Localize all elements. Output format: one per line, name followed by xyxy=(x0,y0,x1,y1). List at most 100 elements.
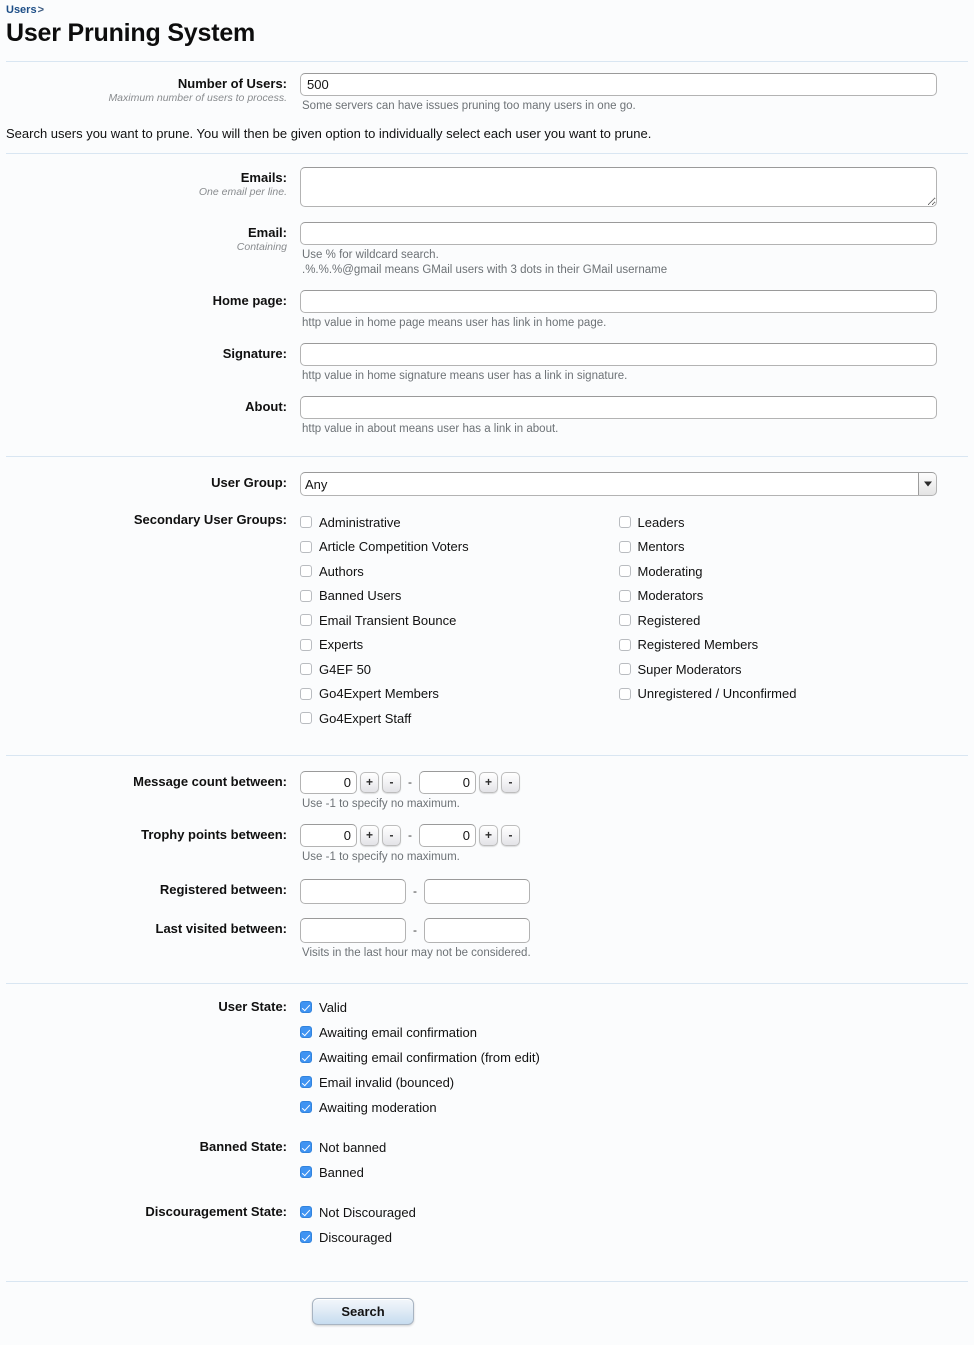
checkbox-label-super-moderators: Super Moderators xyxy=(637,661,742,677)
checkbox-row-g4ef-50[interactable]: G4EF 50 xyxy=(300,657,619,682)
message-count-min-increment-button[interactable]: + xyxy=(360,771,379,793)
checkbox-banned[interactable] xyxy=(300,1166,312,1178)
checkbox-label-administrative: Administrative xyxy=(319,514,401,530)
checkbox-label-awaiting-moderation: Awaiting moderation xyxy=(319,1099,437,1115)
checkbox-row-email-invalid-bounced[interactable]: Email invalid (bounced) xyxy=(300,1070,937,1095)
label-trophy-points: Trophy points between: xyxy=(141,826,287,842)
secondary-groups-columns: Administrative Article Competition Voter… xyxy=(300,510,937,731)
checkbox-awaiting-email-confirmation-from-edit[interactable] xyxy=(300,1051,312,1063)
checkbox-label-registered: Registered xyxy=(637,612,701,628)
checkbox-row-not-banned[interactable]: Not banned xyxy=(300,1135,937,1160)
checkbox-email-invalid-bounced[interactable] xyxy=(300,1076,312,1088)
trophy-points-max-increment-button[interactable]: + xyxy=(479,824,498,846)
label-col-trophy-points: Trophy points between: xyxy=(0,821,300,842)
checkbox-row-awaiting-moderation[interactable]: Awaiting moderation xyxy=(300,1095,937,1120)
checkbox-row-banned[interactable]: Banned xyxy=(300,1160,937,1185)
checkbox-row-authors[interactable]: Authors xyxy=(300,559,619,584)
message-count-min-group: + - xyxy=(300,770,401,794)
checkbox-super-moderators[interactable] xyxy=(618,663,631,676)
control-col-trophy-points: + - - + - Use -1 to specify no maximum. xyxy=(300,821,974,865)
number-of-users-input[interactable] xyxy=(300,73,937,96)
label-banned-state: Banned State: xyxy=(199,1138,287,1154)
message-count-max-decrement-button[interactable]: - xyxy=(501,771,520,793)
checkbox-go4expert-staff[interactable] xyxy=(300,712,312,725)
breadcrumb-link-users[interactable]: Users xyxy=(6,4,37,16)
user-group-select[interactable]: Any xyxy=(300,472,937,496)
search-button[interactable]: Search xyxy=(312,1297,414,1325)
checkbox-row-experts[interactable]: Experts xyxy=(300,633,619,658)
registered-between-from-input[interactable] xyxy=(300,878,406,904)
checkbox-row-unregistered-unconfirmed[interactable]: Unregistered / Unconfirmed xyxy=(618,682,938,707)
checkbox-not-banned[interactable] xyxy=(300,1141,312,1153)
last-visited-between-from-input[interactable] xyxy=(300,917,406,943)
checkbox-row-go4expert-staff[interactable]: Go4Expert Staff xyxy=(300,706,619,731)
checkbox-administrative[interactable] xyxy=(300,516,312,529)
home-page-input[interactable] xyxy=(300,290,937,313)
email-input[interactable] xyxy=(300,222,937,245)
last-visited-between-to-input[interactable] xyxy=(424,917,530,943)
checkbox-row-awaiting-email-confirmation[interactable]: Awaiting email confirmation xyxy=(300,1020,937,1045)
checkbox-label-banned-users: Banned Users xyxy=(319,588,402,604)
checkbox-unregistered-unconfirmed[interactable] xyxy=(618,687,631,700)
checkbox-row-moderators[interactable]: Moderators xyxy=(618,584,938,609)
checkbox-row-mentors[interactable]: Mentors xyxy=(618,535,938,560)
checkbox-row-registered[interactable]: Registered xyxy=(618,608,938,633)
trophy-points-min-input[interactable] xyxy=(300,823,357,847)
trophy-points-max-decrement-button[interactable]: - xyxy=(501,824,520,846)
registered-between-to-input[interactable] xyxy=(424,878,530,904)
trophy-points-max-input[interactable] xyxy=(419,823,476,847)
checkbox-label-valid: Valid xyxy=(319,999,347,1015)
message-count-min-input[interactable] xyxy=(300,770,357,794)
checkbox-row-go4expert-members[interactable]: Go4Expert Members xyxy=(300,682,619,707)
checkbox-row-valid[interactable]: Valid xyxy=(300,995,937,1020)
checkbox-label-moderators: Moderators xyxy=(637,588,704,604)
trophy-points-min-decrement-button[interactable]: - xyxy=(382,824,401,846)
checkbox-label-article-competition-voters: Article Competition Voters xyxy=(319,539,469,555)
checkbox-row-moderating[interactable]: Moderating xyxy=(618,559,938,584)
checkbox-discouraged[interactable] xyxy=(300,1231,312,1243)
checkbox-leaders[interactable] xyxy=(618,516,631,529)
checkbox-not-discouraged[interactable] xyxy=(300,1206,312,1218)
checkbox-row-not-discouraged[interactable]: Not Discouraged xyxy=(300,1200,937,1225)
about-input[interactable] xyxy=(300,396,937,419)
checkbox-row-discouraged[interactable]: Discouraged xyxy=(300,1225,937,1250)
message-count-max-input[interactable] xyxy=(419,770,476,794)
checkbox-article-competition-voters[interactable] xyxy=(300,540,312,553)
checkbox-registered[interactable] xyxy=(618,614,631,627)
checkbox-go4expert-members[interactable] xyxy=(300,687,312,700)
checkbox-row-registered-members[interactable]: Registered Members xyxy=(618,633,938,658)
field-row-trophy-points: Trophy points between: + - - + - Use -1 … xyxy=(0,812,974,865)
checkbox-moderators[interactable] xyxy=(618,589,631,602)
control-col-secondary-user-groups: Administrative Article Competition Voter… xyxy=(300,510,974,731)
emails-textarea[interactable] xyxy=(300,167,937,207)
checkbox-awaiting-moderation[interactable] xyxy=(300,1101,312,1113)
checkbox-banned-users[interactable] xyxy=(300,589,312,602)
hint-last-visited-between: Visits in the last hour may not be consi… xyxy=(302,946,531,959)
field-row-emails: Emails: One email per line. xyxy=(0,164,974,210)
checkbox-row-leaders[interactable]: Leaders xyxy=(618,510,938,535)
hint-about: http value in about means user has a lin… xyxy=(302,423,559,435)
checkbox-awaiting-email-confirmation[interactable] xyxy=(300,1026,312,1038)
field-row-last-visited-between: Last visited between: - Visits in the la… xyxy=(0,904,974,961)
checkbox-experts[interactable] xyxy=(300,638,312,651)
checkbox-g4ef-50[interactable] xyxy=(300,663,312,676)
label-number-of-users: Number of Users: xyxy=(177,76,287,91)
message-count-min-decrement-button[interactable]: - xyxy=(382,771,401,793)
checkbox-row-email-transient-bounce[interactable]: Email Transient Bounce xyxy=(300,608,619,633)
trophy-points-min-increment-button[interactable]: + xyxy=(360,824,379,846)
checkbox-moderating[interactable] xyxy=(618,565,631,578)
checkbox-row-banned-users[interactable]: Banned Users xyxy=(300,584,619,609)
checkbox-row-article-competition-voters[interactable]: Article Competition Voters xyxy=(300,535,619,560)
checkbox-valid[interactable] xyxy=(300,1001,312,1013)
checkbox-email-transient-bounce[interactable] xyxy=(300,614,312,627)
message-count-max-increment-button[interactable]: + xyxy=(479,771,498,793)
control-col-discouragement-state: Not Discouraged Discouraged xyxy=(300,1200,974,1250)
checkbox-row-awaiting-email-confirmation-from-edit[interactable]: Awaiting email confirmation (from edit) xyxy=(300,1045,937,1070)
checkbox-registered-members[interactable] xyxy=(618,638,631,651)
checkbox-row-super-moderators[interactable]: Super Moderators xyxy=(618,657,938,682)
signature-input[interactable] xyxy=(300,343,937,366)
field-row-message-count: Message count between: + - - + - Use -1 … xyxy=(0,768,974,812)
checkbox-mentors[interactable] xyxy=(618,540,631,553)
checkbox-row-administrative[interactable]: Administrative xyxy=(300,510,619,535)
checkbox-authors[interactable] xyxy=(300,565,312,578)
